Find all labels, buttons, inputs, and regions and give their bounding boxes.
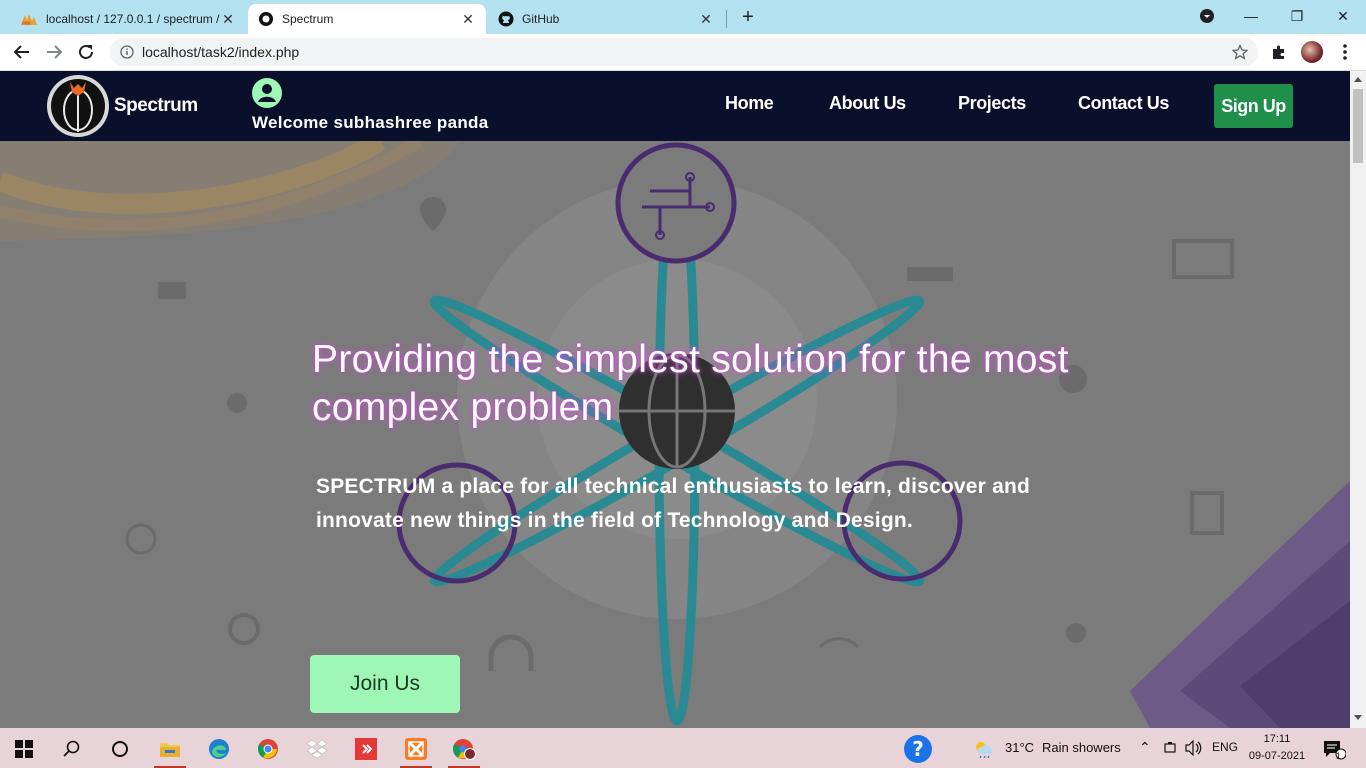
start-button[interactable]: [4, 732, 44, 766]
spectrum-logo[interactable]: [46, 74, 110, 138]
tab-title: GitHub: [522, 12, 560, 26]
taskbar-file-explorer[interactable]: [150, 732, 190, 768]
forward-arrow-icon: [47, 45, 63, 59]
new-tab-button[interactable]: +: [736, 6, 760, 30]
close-icon[interactable]: ✕: [698, 11, 714, 28]
forward-button[interactable]: [42, 40, 66, 64]
taskbar-search-button[interactable]: [52, 732, 92, 766]
svg-text:PMA: PMA: [22, 21, 31, 26]
taskbar-chrome[interactable]: [248, 732, 288, 766]
browser-toolbar: localhost/task2/index.php: [0, 34, 1366, 71]
notification-icon: [1324, 741, 1346, 760]
back-button[interactable]: [10, 40, 34, 64]
action-center-button[interactable]: 1: [1316, 732, 1352, 766]
weather-description[interactable]: Rain showers: [1042, 740, 1121, 755]
svg-text:?: ?: [912, 737, 924, 761]
edge-icon: [209, 739, 229, 759]
user-icon: [252, 78, 282, 108]
brand-name[interactable]: Spectrum: [114, 95, 198, 117]
join-us-button[interactable]: Join Us: [310, 655, 460, 713]
taskbar-dropbox[interactable]: [297, 732, 337, 766]
input-language[interactable]: ENG: [1212, 740, 1238, 754]
restore-button[interactable]: ❐: [1282, 4, 1312, 28]
tab-github[interactable]: GitHub ✕: [488, 4, 724, 34]
kebab-menu-icon: [1343, 44, 1347, 60]
chrome-icon: [258, 739, 278, 759]
clock-date: 09-07-2021: [1248, 750, 1306, 762]
tab-separator: [726, 10, 727, 28]
search-icon: [63, 740, 80, 757]
chevron-down-icon: [1200, 9, 1214, 23]
xampp-icon: [405, 738, 427, 760]
puzzle-icon: [1273, 45, 1284, 59]
weather-widget-icon[interactable]: [966, 732, 1002, 766]
spectrum-favicon-icon: [259, 12, 273, 26]
close-icon[interactable]: ✕: [460, 11, 476, 28]
page-scrollbar[interactable]: [1350, 71, 1366, 728]
clock-time: 17:11: [1263, 733, 1291, 745]
windows-logo-icon: [15, 740, 33, 758]
scroll-up-arrow[interactable]: [1354, 77, 1362, 82]
hero-background-illustration: [0, 141, 1350, 728]
folder-icon: [160, 743, 180, 757]
info-icon: [120, 45, 134, 59]
dropbox-icon: [306, 739, 328, 759]
taskbar-anydesk[interactable]: [346, 732, 386, 766]
help-button[interactable]: ?: [898, 732, 938, 766]
browser-tabstrip: PMA localhost / 127.0.0.1 / spectrum / ✕…: [0, 0, 1366, 34]
taskbar-chrome-profile[interactable]: [444, 732, 484, 768]
windows-taskbar: ? 31°C Rain showers ⌃ ENG 17:11 09-07-20…: [0, 728, 1366, 768]
tab-title: Spectrum: [282, 12, 334, 26]
tab-title: localhost / 127.0.0.1 / spectrum /: [46, 12, 220, 26]
nav-contact-us[interactable]: Contact Us: [1078, 93, 1169, 114]
close-icon[interactable]: ✕: [220, 11, 236, 28]
close-window-button[interactable]: ✕: [1328, 4, 1358, 28]
volume-icon[interactable]: [1185, 740, 1203, 756]
cortana-circle-icon: [112, 741, 128, 757]
tab-search-button[interactable]: [1192, 4, 1222, 28]
github-icon: [498, 11, 514, 27]
hero-section: Providing the simplest solution for the …: [0, 141, 1350, 728]
help-question-icon: ?: [904, 735, 932, 763]
rain-cloud-icon: [976, 742, 993, 758]
site-navbar: Spectrum Welcome subhashree panda Home A…: [0, 71, 1350, 141]
address-bar[interactable]: localhost/task2/index.php: [110, 38, 1258, 66]
sign-up-button[interactable]: Sign Up: [1214, 84, 1293, 128]
battery-icon[interactable]: [1163, 741, 1177, 755]
cortana-button[interactable]: [100, 732, 140, 766]
welcome-message: Welcome subhashree panda: [252, 113, 489, 132]
chrome-profile-icon: [453, 739, 476, 760]
taskbar-xampp[interactable]: [396, 732, 436, 768]
nav-about-us[interactable]: About Us: [829, 93, 906, 114]
tray-chevron-up-icon[interactable]: ⌃: [1139, 739, 1151, 756]
browser-menu-button[interactable]: [1334, 41, 1356, 63]
scroll-thumb[interactable]: [1353, 89, 1363, 163]
phpmyadmin-icon: PMA: [21, 14, 37, 26]
bookmark-star-icon[interactable]: [1232, 44, 1248, 60]
tab-spectrum[interactable]: Spectrum ✕: [248, 4, 486, 34]
tab-phpmyadmin[interactable]: PMA localhost / 127.0.0.1 / spectrum / ✕: [10, 4, 246, 34]
url-text: localhost/task2/index.php: [142, 44, 300, 60]
extensions-button[interactable]: [1268, 41, 1290, 63]
hero-subtitle: SPECTRUM a place for all technical enthu…: [316, 475, 1030, 532]
weather-temperature[interactable]: 31°C: [1005, 740, 1034, 755]
minimize-button[interactable]: —: [1236, 4, 1266, 28]
anydesk-icon: [355, 738, 377, 760]
hero-title: Providing the simplest solution for the …: [312, 338, 1069, 429]
system-clock[interactable]: 17:11 09-07-2021: [1246, 731, 1308, 765]
profile-avatar[interactable]: [1301, 41, 1323, 63]
nav-home[interactable]: Home: [725, 93, 774, 114]
taskbar-edge[interactable]: [199, 732, 239, 766]
reload-icon: [79, 44, 93, 59]
scroll-down-arrow[interactable]: [1354, 715, 1362, 720]
back-arrow-icon: [13, 45, 29, 59]
reload-button[interactable]: [74, 40, 98, 64]
nav-projects[interactable]: Projects: [958, 93, 1026, 114]
notification-count: 1: [1336, 751, 1342, 761]
page-viewport: Spectrum Welcome subhashree panda Home A…: [0, 71, 1350, 728]
